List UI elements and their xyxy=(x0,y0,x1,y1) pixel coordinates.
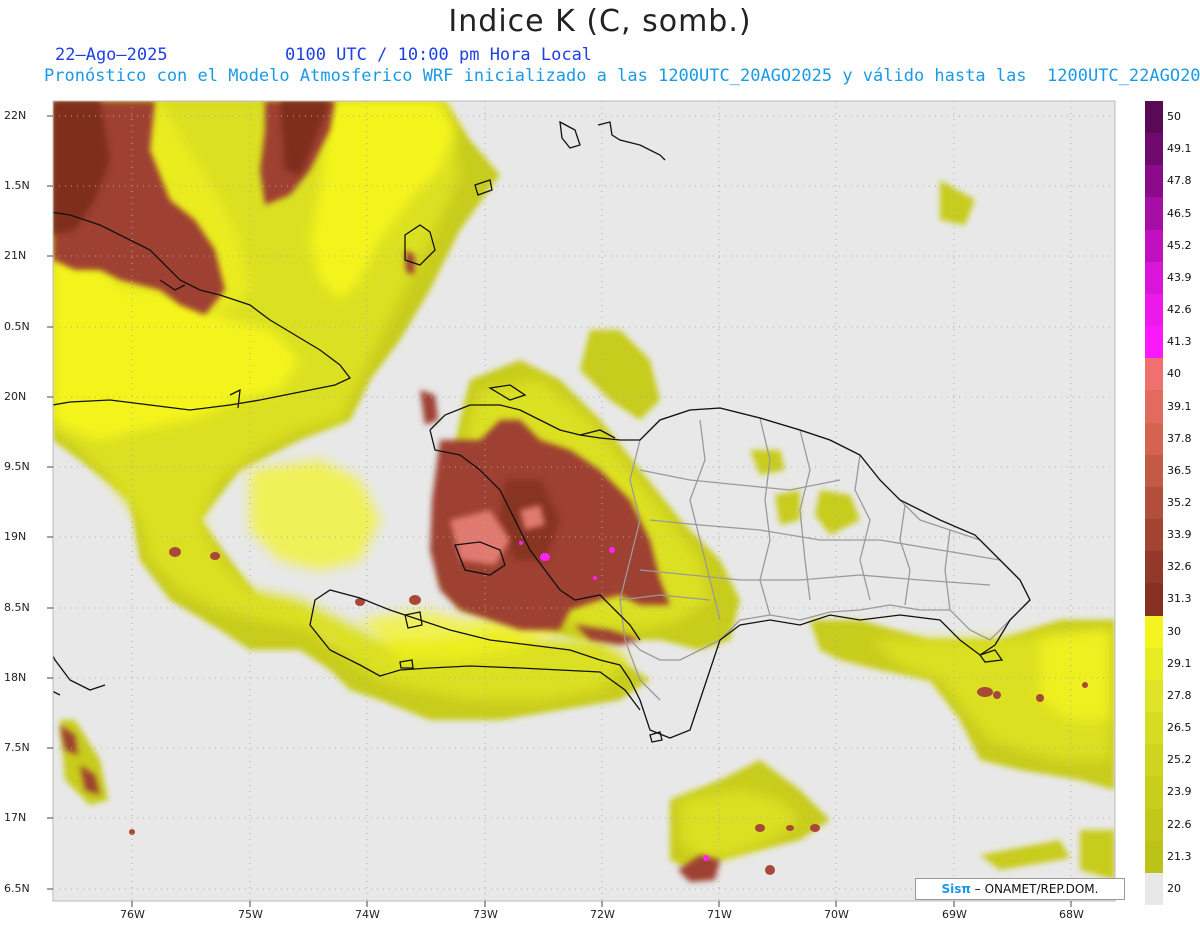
colorbar-label: 43.9 xyxy=(1167,270,1192,284)
credit-box: Sisπ – ONAMET/REP.DOM. xyxy=(915,878,1125,900)
colorbar-label: 26.5 xyxy=(1167,721,1192,735)
colorbar-segment xyxy=(1145,615,1163,649)
colorbar-label: 42.6 xyxy=(1167,303,1192,317)
colorbar-segment xyxy=(1145,197,1163,231)
lat-label-22n: 22N xyxy=(4,109,27,122)
credit-text: – ONAMET/REP.DOM. xyxy=(974,882,1099,896)
colorbar-segment xyxy=(1145,647,1163,681)
lat-label-17-5n: 7.5N xyxy=(4,741,30,754)
lon-label-70w: 70W xyxy=(824,908,849,921)
colorbar-label: 40 xyxy=(1167,367,1181,381)
colorbar-segment xyxy=(1145,390,1163,424)
lat-label-18n: 18N xyxy=(4,671,27,684)
colorbar-label: 39.1 xyxy=(1167,399,1192,413)
colorbar-label: 35.2 xyxy=(1167,496,1192,509)
lat-label-21n: 21N xyxy=(4,249,27,262)
lat-label-20-5n: 0.5N xyxy=(4,320,30,333)
k-index-map xyxy=(47,100,1116,907)
colorbar-segment xyxy=(1145,133,1163,166)
colorbar-label: 45.2 xyxy=(1167,238,1192,252)
colorbar-label: 50 xyxy=(1167,110,1181,124)
lat-label-20n: 20N xyxy=(4,390,27,403)
colorbar-label: 49.1 xyxy=(1167,142,1192,156)
colorbar-label: 47.8 xyxy=(1167,174,1192,188)
colorbar-segment xyxy=(1145,454,1163,488)
colorbar-label: 29.1 xyxy=(1167,656,1192,670)
lon-label-69w: 69W xyxy=(942,908,967,921)
colorbar-segment xyxy=(1145,583,1163,617)
lon-label-73w: 73W xyxy=(473,908,498,921)
colorbar-label: 41.3 xyxy=(1167,335,1192,349)
colorbar-segment xyxy=(1145,293,1163,327)
colorbar-segment xyxy=(1145,776,1163,810)
colorbar-segment xyxy=(1145,551,1163,584)
colorbar-segment xyxy=(1145,101,1163,134)
colorbar-label: 36.5 xyxy=(1167,463,1192,477)
colorbar-label: 21.3 xyxy=(1167,849,1192,863)
colorbar-label: 46.5 xyxy=(1167,206,1192,220)
lon-label-71w: 71W xyxy=(707,908,732,921)
lon-label-74w: 74W xyxy=(355,908,380,921)
lon-label-76w: 76W xyxy=(120,908,145,921)
colorbar-segment xyxy=(1145,422,1163,456)
colorbar xyxy=(1145,101,1163,906)
lat-label-16-5n: 6.5N xyxy=(4,882,30,895)
colorbar-segment xyxy=(1145,326,1163,359)
lon-label-75w: 75W xyxy=(238,908,263,921)
lat-label-17n: 17N xyxy=(4,811,27,824)
colorbar-label: 30 xyxy=(1167,624,1181,638)
colorbar-segment xyxy=(1145,358,1163,391)
colorbar-segment xyxy=(1145,261,1163,295)
lat-label-18-5n: 8.5N xyxy=(4,601,30,614)
lon-label-72w: 72W xyxy=(590,908,615,921)
sispi-logo: Sisπ xyxy=(941,882,971,896)
colorbar-label: 33.9 xyxy=(1167,528,1192,542)
colorbar-label: 20 xyxy=(1167,881,1181,895)
lat-label-19n: 19N xyxy=(4,530,27,543)
colorbar-segment xyxy=(1145,712,1163,745)
colorbar-label: 23.9 xyxy=(1167,785,1192,799)
colorbar-label: 37.8 xyxy=(1167,431,1192,445)
colorbar-segment xyxy=(1145,165,1163,198)
colorbar-label: 31.3 xyxy=(1167,592,1192,606)
colorbar-segment xyxy=(1145,679,1163,713)
colorbar-segment xyxy=(1145,519,1163,552)
colorbar-segment xyxy=(1145,872,1163,906)
lon-label-68w: 68W xyxy=(1059,908,1084,921)
colorbar-segment xyxy=(1145,840,1163,874)
colorbar-segment xyxy=(1145,744,1163,777)
colorbar-segment xyxy=(1145,229,1163,263)
lat-label-21-5n: 1.5N xyxy=(4,179,30,192)
colorbar-label: 22.6 xyxy=(1167,817,1192,831)
lat-label-19-5n: 9.5N xyxy=(4,460,30,473)
colorbar-label: 27.8 xyxy=(1167,688,1192,702)
colorbar-segment xyxy=(1145,808,1163,842)
colorbar-label: 32.6 xyxy=(1167,560,1192,574)
colorbar-label: 25.2 xyxy=(1167,753,1192,767)
colorbar-segment xyxy=(1145,486,1163,520)
